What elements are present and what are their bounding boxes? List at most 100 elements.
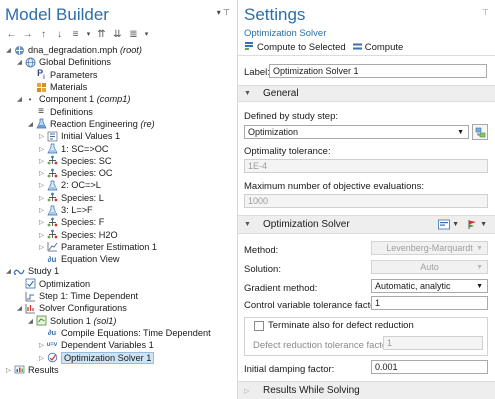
tree-node-tag: (comp1) [96, 94, 131, 105]
model-builder-pane: Model Builder ▾ ⊤ ← → ↑ ↓ ≡ ▾ ⇈ ⇊ ≣ ▾ ◢ dna_degrad… [0, 0, 236, 399]
definitions-icon: ≡ [38, 106, 44, 118]
back-arrow-icon[interactable]: ← [5, 27, 18, 41]
expand-arrow-icon[interactable]: ▷ [37, 206, 46, 214]
reaction-icon [46, 205, 58, 216]
expand-arrow-icon[interactable]: ▷ [37, 194, 46, 202]
tree-node[interactable]: ▷ Initial Values 1 [4, 130, 236, 142]
tree-node[interactable]: ◢ Solver Configurations [4, 302, 236, 314]
forward-arrow-icon[interactable]: → [21, 27, 34, 41]
tree-node[interactable]: Materials [4, 81, 236, 93]
control-variable-tolerance-field[interactable]: 1 [371, 296, 488, 310]
tree-node[interactable]: Step 1: Time Dependent [4, 290, 236, 302]
tree-node-label: Species: SC [61, 156, 112, 166]
show-menu-icon[interactable]: ▾ [85, 27, 92, 41]
section-general-header[interactable]: ▼ General [238, 85, 495, 102]
tree-node[interactable]: ◢ Global Definitions [4, 56, 236, 68]
tree-node[interactable]: ◢ Solution 1 (sol1) [4, 315, 236, 327]
tree-node-text: Optimization [39, 278, 91, 289]
terminate-defect-checkbox-row[interactable]: Terminate also for defect reduction [254, 320, 414, 331]
expand-arrow-icon[interactable]: ▷ [37, 354, 46, 362]
defect-tolerance-field[interactable]: 1 [383, 336, 483, 350]
tree-node-label: Parameter Estimation 1 [61, 242, 157, 252]
section-results-while-solving-header[interactable]: ▷ Results While Solving [238, 381, 495, 399]
tree-node-label: Compile Equations: Time Dependent [61, 328, 211, 338]
tree-node[interactable]: Pi Parameters [4, 68, 236, 81]
tree-options-icon[interactable]: ≣ [127, 27, 140, 41]
max-evaluations-field[interactable]: 1000 [244, 194, 488, 208]
label-field[interactable]: Optimization Solver 1 [269, 64, 487, 78]
settings-pane-menu-icon[interactable]: ⊤ [482, 8, 489, 17]
gradient-method-value: Automatic, analytic [375, 281, 451, 291]
compute-to-selected-icon [244, 41, 254, 53]
tree-node-text: Species: SC [61, 155, 112, 166]
section-optimization-solver-header[interactable]: ▼ Optimization Solver ▼ ▼ [238, 215, 495, 234]
initial-damping-field[interactable]: 0.001 [371, 360, 488, 374]
expand-arrow-icon[interactable]: ▷ [37, 145, 46, 153]
tree-node[interactable]: ◢ • Component 1 (comp1) [4, 93, 236, 105]
terminate-defect-checkbox[interactable] [254, 320, 264, 331]
defined-by-dropdown[interactable]: Optimization ▼ [244, 125, 469, 139]
tree-node[interactable]: ◢ Study 1 [4, 265, 236, 277]
tree-node[interactable]: ▷ Results [4, 364, 236, 376]
tree-node[interactable]: ▷ 1: SC=>OC [4, 142, 236, 154]
collapse-arrow-icon[interactable]: ◢ [15, 58, 24, 66]
tree-node-label: Solver Configurations [39, 303, 127, 313]
tree-node[interactable]: ▷ Parameter Estimation 1 [4, 241, 236, 253]
tree-node[interactable]: ▷ u=v Dependent Variables 1 [4, 339, 236, 351]
tree-node[interactable]: ◢ Reaction Engineering (re) [4, 118, 236, 130]
tree-node[interactable]: ▷ Species: SC [4, 155, 236, 167]
expand-arrow-icon[interactable]: ▷ [37, 157, 46, 165]
max-evaluations-caption: Maximum number of objective evaluations: [244, 181, 425, 192]
gradient-method-dropdown[interactable]: Automatic, analytic ▼ [371, 279, 488, 293]
expand-arrow-icon[interactable]: ▷ [37, 231, 46, 239]
collapse-arrow-icon[interactable]: ◢ [26, 317, 35, 325]
defined-by-value: Optimization [248, 127, 299, 137]
tree-node-text: Species: H2O [61, 229, 118, 240]
collapse-all-icon[interactable]: ⇈ [95, 27, 108, 41]
tree-node[interactable]: ≡ Definitions [4, 105, 236, 117]
collapse-arrow-icon[interactable]: ◢ [4, 46, 13, 54]
expand-arrow-icon[interactable]: ▷ [37, 218, 46, 226]
compute-to-selected-button[interactable]: Compute to Selected [244, 41, 346, 53]
tree-node-label: Optimization [39, 279, 90, 289]
expand-all-icon[interactable]: ⇊ [111, 27, 124, 41]
compute-button[interactable]: Compute [352, 42, 403, 53]
solver-options-icon [438, 219, 450, 230]
show-icon[interactable]: ≡ [69, 27, 82, 41]
pane-menu-icon[interactable]: ▾ ⊤ [217, 8, 230, 17]
expand-arrow-icon[interactable]: ▷ [37, 181, 46, 189]
solver-log-button[interactable]: ▼ [467, 219, 487, 230]
tree-options-menu-icon[interactable]: ▾ [143, 27, 150, 41]
tree-node[interactable]: ▷ Species: L [4, 192, 236, 204]
move-down-icon[interactable]: ↓ [53, 27, 66, 41]
tree-node[interactable]: ∂u Compile Equations: Time Dependent [4, 327, 236, 339]
tree-node[interactable]: ▷ Species: OC [4, 167, 236, 179]
collapse-arrow-icon[interactable]: ◢ [15, 95, 24, 103]
solution-dropdown[interactable]: Auto ▼ [371, 260, 488, 274]
move-up-icon[interactable]: ↑ [37, 27, 50, 41]
tree-node[interactable]: ▷ Optimization Solver 1 [4, 351, 236, 364]
tree-node[interactable]: ▷ Species: F [4, 216, 236, 228]
collapse-arrow-icon[interactable]: ◢ [15, 304, 24, 312]
results-icon [13, 364, 25, 375]
optimality-tolerance-field[interactable]: 1E-4 [244, 159, 488, 173]
tree-node[interactable]: ▷ Species: H2O [4, 228, 236, 240]
tree-node[interactable]: Optimization [4, 278, 236, 290]
tree-node[interactable]: ∂u Equation View [4, 253, 236, 265]
expand-arrow-icon[interactable]: ▷ [4, 366, 13, 374]
tree-node-label: Component 1 (comp1) [39, 94, 130, 104]
expand-arrow-icon[interactable]: ▷ [37, 132, 46, 140]
tree-node[interactable]: ▷ 3: L=>F [4, 204, 236, 216]
collapse-arrow-icon[interactable]: ◢ [4, 267, 13, 275]
expand-arrow-icon[interactable]: ▷ [37, 243, 46, 251]
defect-tolerance-caption: Defect reduction tolerance factor: [253, 340, 393, 351]
expand-arrow-icon[interactable]: ▷ [37, 341, 46, 349]
solver-options-button[interactable]: ▼ [438, 219, 459, 230]
tree-node[interactable]: ◢ dna_degradation.mph (root) [4, 44, 236, 56]
expand-arrow-icon[interactable]: ▷ [37, 169, 46, 177]
go-to-source-button[interactable] [472, 124, 488, 140]
go-to-source-icon [475, 127, 485, 137]
method-dropdown[interactable]: Levenberg-Marquardt ▼ [371, 241, 488, 255]
tree-node[interactable]: ▷ 2: OC=>L [4, 179, 236, 191]
collapse-arrow-icon[interactable]: ◢ [26, 120, 35, 128]
